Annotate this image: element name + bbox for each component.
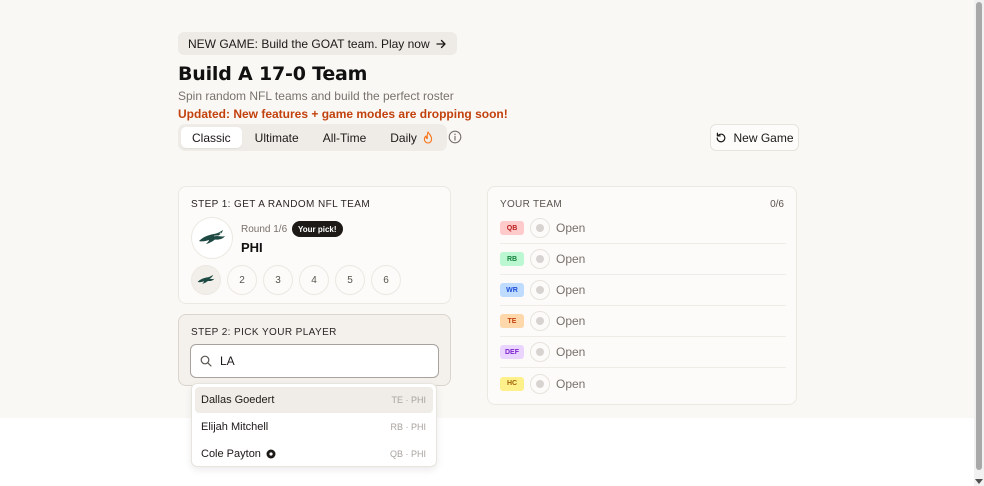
tab-label: Classic (192, 130, 231, 145)
player-meta: TE · PHI (391, 395, 426, 405)
dropdown-item-cole-payton[interactable]: Cole Payton QB · PHI (195, 441, 433, 467)
mode-row: Classic Ultimate All-Time Daily New Game (178, 124, 799, 152)
new-game-banner[interactable]: NEW GAME: Build the GOAT team. Play now (178, 32, 457, 55)
tab-label: All-Time (322, 130, 367, 145)
record-icon (266, 449, 276, 459)
position-badge: DEF (500, 345, 524, 359)
round-dot: 4 (299, 265, 329, 295)
player-name: Dallas Goedert (201, 394, 275, 406)
your-team-title: YOUR TEAM (500, 199, 562, 210)
player-dropdown: Dallas Goedert TE · PHI Elijah Mitchell … (191, 383, 437, 467)
tab-classic[interactable]: Classic (181, 127, 242, 148)
position-badge: RB (500, 252, 524, 266)
arrow-right-icon (435, 39, 446, 48)
round-indicator: Round 1/6 (241, 224, 288, 235)
slot-status: Open (556, 221, 586, 235)
mode-tabs: Classic Ultimate All-Time Daily (178, 124, 447, 151)
flame-icon (423, 131, 433, 144)
empty-slot-icon (530, 280, 550, 300)
search-icon (200, 355, 212, 367)
team-abbreviation: PHI (241, 240, 263, 255)
slot-status: Open (556, 314, 586, 328)
step2-card: STEP 2: PICK YOUR PLAYER (178, 314, 451, 386)
eagles-logo-icon (197, 274, 215, 284)
scroll-down-arrow-icon[interactable] (975, 479, 983, 484)
empty-slot-icon (530, 373, 550, 394)
round-dot: 6 (371, 265, 401, 295)
dropdown-item-elijah-mitchell[interactable]: Elijah Mitchell RB · PHI (195, 414, 433, 440)
refresh-icon (717, 132, 726, 142)
round-dot: 5 (335, 265, 365, 295)
roster-slot-qb[interactable]: QB Open (500, 213, 786, 244)
empty-slot-icon (530, 218, 550, 238)
player-search-input[interactable] (220, 354, 420, 368)
player-name: Cole Payton (201, 448, 261, 460)
round-dot: 2 (227, 265, 257, 295)
position-badge: WR (500, 283, 524, 297)
position-badge: TE (500, 314, 524, 328)
player-name: Elijah Mitchell (201, 421, 269, 433)
info-icon[interactable] (448, 130, 462, 144)
update-notice: Updated: New features + game modes are d… (178, 107, 508, 121)
page-subtitle: Spin random NFL teams and build the perf… (178, 89, 454, 103)
tab-label: Ultimate (254, 130, 299, 145)
player-name-wrap: Cole Payton (201, 448, 276, 460)
eagles-logo-icon (199, 230, 225, 244)
scrollbar-thumb[interactable] (976, 2, 982, 470)
empty-slot-icon (530, 342, 550, 362)
team-count: 0/6 (770, 199, 784, 210)
roster-slot-hc[interactable]: HC Open (500, 368, 786, 399)
slot-status: Open (556, 252, 586, 266)
player-meta: RB · PHI (390, 422, 426, 432)
position-badge: QB (500, 221, 524, 235)
empty-slot-icon (530, 249, 550, 269)
slot-status: Open (556, 376, 586, 391)
page-title: Build A 17-0 Team (178, 63, 368, 85)
new-game-label: New Game (733, 130, 794, 145)
player-meta: QB · PHI (389, 449, 426, 459)
tab-label: Daily (390, 130, 417, 145)
tab-all-time[interactable]: All-Time (312, 127, 378, 148)
slot-status: Open (556, 283, 586, 297)
empty-slot-icon (530, 311, 550, 331)
tab-daily[interactable]: Daily (379, 127, 444, 148)
round-dot-1 (191, 265, 221, 295)
slot-status: Open (556, 345, 586, 359)
dropdown-item-dallas-goedert[interactable]: Dallas Goedert TE · PHI (195, 387, 433, 413)
roster-slot-def[interactable]: DEF Open (500, 337, 786, 368)
step1-card: STEP 1: GET A RANDOM NFL TEAM Round 1/6 … (178, 186, 451, 304)
new-game-button[interactable]: New Game (710, 124, 799, 151)
rounds-row: 2 3 4 5 6 (191, 265, 401, 295)
vertical-scrollbar[interactable] (974, 0, 984, 486)
your-pick-badge: Your pick! (292, 221, 343, 237)
position-badge: HC (500, 376, 524, 391)
roster-slot-te[interactable]: TE Open (500, 306, 786, 337)
step2-label: STEP 2: PICK YOUR PLAYER (191, 327, 337, 338)
your-team-card: YOUR TEAM 0/6 QB Open RB Open WR Open TE Open DE… (487, 186, 797, 405)
header-section: NEW GAME: Build the GOAT team. Play now … (178, 32, 799, 151)
round-dot: 3 (263, 265, 293, 295)
player-search-box[interactable] (190, 344, 439, 378)
banner-text: NEW GAME: Build the GOAT team. Play now (188, 36, 430, 51)
roster-slot-rb[interactable]: RB Open (500, 244, 786, 275)
step1-label: STEP 1: GET A RANDOM NFL TEAM (191, 199, 371, 210)
team-logo (191, 217, 233, 259)
roster-slot-wr[interactable]: WR Open (500, 275, 786, 306)
roster-slots: QB Open RB Open WR Open TE Open DEF Open HC Open (500, 213, 786, 399)
tab-ultimate[interactable]: Ultimate (244, 127, 310, 148)
